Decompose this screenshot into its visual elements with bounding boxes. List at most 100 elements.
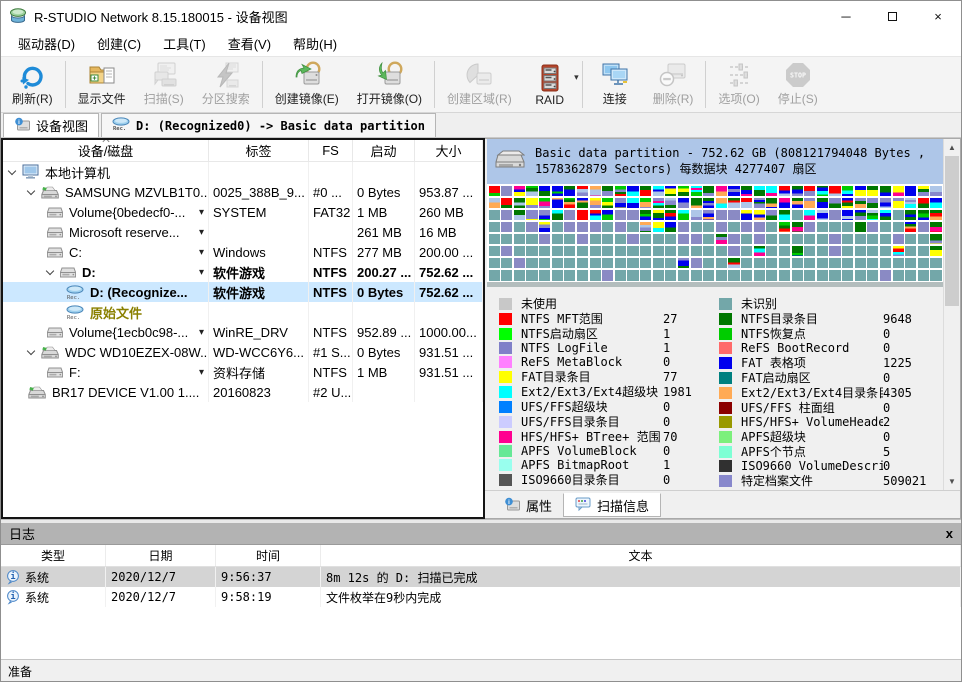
device-tree-row[interactable]: Volume{0bedecf0-...▾SYSTEMFAT321 MB260 M…: [3, 202, 483, 222]
tab-properties[interactable]: i 属性: [493, 493, 563, 517]
column-header-device[interactable]: 设备/磁盘: [3, 140, 209, 161]
toolbar-button-label: 选项(O): [718, 90, 759, 107]
expand-chevron-icon[interactable]: [27, 346, 35, 354]
log-row[interactable]: i系统2020/12/79:58:19文件枚举在9秒内完成: [1, 587, 961, 607]
column-header-size[interactable]: 大小: [415, 140, 483, 161]
legend-swatch: [719, 446, 732, 458]
log-close-icon[interactable]: x: [946, 526, 953, 541]
device-name-cell[interactable]: BR17 DEVICE V1.00 1....: [3, 382, 209, 402]
row-dropdown-arrow-icon[interactable]: ▾: [199, 267, 204, 278]
device-tree-row[interactable]: 本地计算机: [3, 162, 483, 182]
map-block: [829, 270, 840, 281]
dropdown-arrow-icon[interactable]: ▾: [574, 72, 579, 83]
device-tree-row[interactable]: Rec.D: (Recognize...软件游戏NTFS0 Bytes752.6…: [3, 282, 483, 302]
map-block: [728, 246, 739, 257]
row-dropdown-arrow-icon[interactable]: ▾: [199, 367, 204, 378]
map-block: [930, 198, 941, 209]
expand-chevron-icon[interactable]: [46, 266, 54, 274]
scan-panel-scrollbar[interactable]: ▲ ▼: [943, 139, 960, 490]
close-button[interactable]: ×: [915, 1, 961, 31]
device-name-cell[interactable]: F:▾: [3, 362, 209, 382]
menu-create[interactable]: 创建(C): [86, 31, 152, 56]
column-header-start[interactable]: 启动: [353, 140, 415, 161]
device-name-cell[interactable]: Rec.D: (Recognize...: [3, 282, 209, 302]
log-column-time[interactable]: 时间: [216, 545, 321, 566]
menu-help[interactable]: 帮助(H): [282, 31, 348, 56]
map-block: [893, 210, 904, 221]
row-dropdown-arrow-icon[interactable]: ▾: [199, 207, 204, 218]
device-tree-row[interactable]: WDC WD10EZEX-08W...WD-WCC6Y6...#1 S...0 …: [3, 342, 483, 362]
toolbar-button-raid[interactable]: RAID▾: [521, 58, 579, 111]
toolbar-button-refresh[interactable]: 刷新(R): [3, 58, 62, 111]
row-dropdown-arrow-icon[interactable]: ▾: [199, 247, 204, 258]
device-name-cell[interactable]: C:▾: [3, 242, 209, 262]
legend-swatch: [719, 431, 732, 443]
device-name-cell[interactable]: WDC WD10EZEX-08W...: [3, 342, 209, 362]
log-column-text[interactable]: 文本: [321, 545, 961, 566]
column-header-label[interactable]: 标签: [209, 140, 309, 161]
device-tree-row[interactable]: D:▾软件游戏NTFS200.27 ...752.62 ...: [3, 262, 483, 282]
menu-view[interactable]: 查看(V): [217, 31, 282, 56]
legend-count: 1981: [663, 385, 719, 399]
map-block: [539, 246, 550, 257]
device-tree-row[interactable]: SAMSUNG MZVLB1T0...0025_388B_9...#0 ...0…: [3, 182, 483, 202]
column-header-fs[interactable]: FS: [309, 140, 353, 161]
map-block: [501, 210, 512, 221]
tab-scan-information[interactable]: 扫描信息: [563, 493, 661, 517]
app-window: R-STUDIO Network 8.15.180015 - 设备视图 ─ × …: [0, 0, 962, 682]
scrollbar-thumb[interactable]: [945, 156, 959, 306]
scroll-down-arrow-icon[interactable]: ▼: [944, 473, 960, 490]
device-name-cell[interactable]: Microsoft reserve...▾: [3, 222, 209, 242]
scroll-up-arrow-icon[interactable]: ▲: [944, 139, 960, 156]
device-name-label: BR17 DEVICE V1.00 1....: [52, 385, 199, 400]
device-name-cell[interactable]: Rec.原始文件: [3, 302, 209, 322]
map-block: [489, 258, 500, 269]
device-fs-cell: [309, 162, 353, 182]
map-block: [893, 222, 904, 233]
log-row[interactable]: i系统2020/12/79:56:378m 12s 的 D: 扫描已完成: [1, 567, 961, 587]
map-block: [754, 234, 765, 245]
rec-disk-icon: Rec.: [112, 117, 130, 134]
maximize-button[interactable]: [869, 1, 915, 31]
device-name-cell[interactable]: SAMSUNG MZVLB1T0...: [3, 182, 209, 202]
device-name-cell[interactable]: D:▾: [3, 262, 209, 282]
device-tree-row[interactable]: Microsoft reserve...▾261 MB16 MB: [3, 222, 483, 242]
map-block: [627, 246, 638, 257]
log-column-date[interactable]: 日期: [106, 545, 216, 566]
row-dropdown-arrow-icon[interactable]: ▾: [199, 227, 204, 238]
device-name-cell[interactable]: Volume{0bedecf0-...▾: [3, 202, 209, 222]
toolbar-button-show-files[interactable]: 显示文件: [69, 58, 135, 111]
map-block: [779, 270, 790, 281]
rec-icon: Rec.: [66, 285, 84, 300]
legend-swatch: [499, 342, 512, 354]
map-block: [552, 222, 563, 233]
device-name-cell[interactable]: 本地计算机: [3, 162, 209, 182]
minimize-button[interactable]: ─: [823, 1, 869, 31]
log-column-type[interactable]: 类型: [1, 545, 106, 566]
tab-recognized-partition[interactable]: Rec. D: (Recognized0) -> Basic data part…: [101, 113, 436, 137]
device-tree-row[interactable]: Rec.原始文件: [3, 302, 483, 322]
scan-block-map[interactable]: [487, 184, 943, 282]
toolbar-button-connect[interactable]: 连接: [586, 58, 644, 111]
device-tree-row[interactable]: Volume{1ecb0c98-...▾WinRE_DRVNTFS952.89 …: [3, 322, 483, 342]
device-tree-row[interactable]: F:▾资料存储NTFS1 MB931.51 ...: [3, 362, 483, 382]
map-block: [627, 186, 638, 197]
legend-swatch: [499, 459, 512, 471]
tab-device-view[interactable]: i 设备视图: [3, 113, 99, 137]
map-block: [867, 222, 878, 233]
menu-drive[interactable]: 驱动器(D): [7, 31, 86, 56]
expand-chevron-icon[interactable]: [8, 166, 16, 174]
toolbar-button-open-image[interactable]: 打开镜像(O): [348, 58, 431, 111]
status-bar: 准备: [1, 659, 961, 682]
open-image-icon: [374, 60, 404, 90]
log-type-cell: i系统: [1, 587, 106, 607]
device-name-cell[interactable]: Volume{1ecb0c98-...▾: [3, 322, 209, 342]
toolbar-button-create-image[interactable]: 创建镜像(E): [266, 58, 348, 111]
map-block: [665, 246, 676, 257]
menu-tools[interactable]: 工具(T): [152, 31, 217, 56]
row-dropdown-arrow-icon[interactable]: ▾: [199, 327, 204, 338]
map-block: [514, 258, 525, 269]
device-tree-row[interactable]: BR17 DEVICE V1.00 1....20160823#2 U...: [3, 382, 483, 402]
device-tree-row[interactable]: C:▾WindowsNTFS277 MB200.00 ...: [3, 242, 483, 262]
expand-chevron-icon[interactable]: [27, 186, 35, 194]
